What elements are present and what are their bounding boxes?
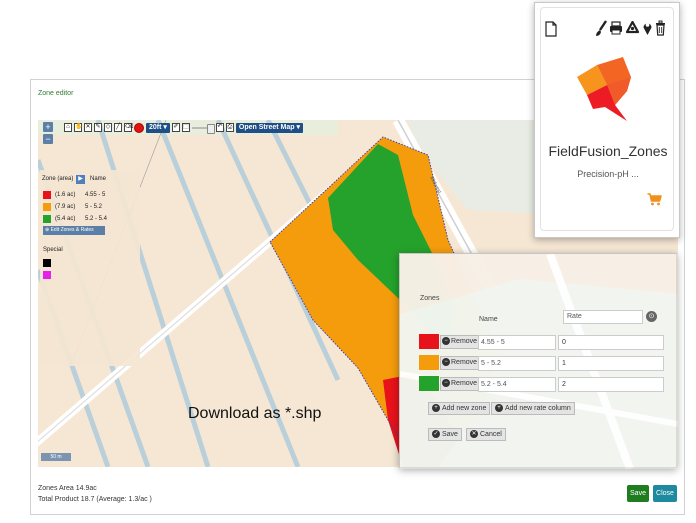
zone-color-swatch [43,191,51,199]
remove-icon: − [442,379,450,388]
zone-name-input[interactable]: 4.55 - 5 [478,335,556,350]
recycle-icon[interactable] [625,21,640,35]
map-toolbar: ⌂ ✋ ✕ ✎ ◇ ╱ ⌫ 20ft ▾ ✐ ⬚ ↶ ⎙ Open Street… [64,122,304,134]
screenshot-stage: Zone editor + − ⌂ ✋ ✕ ✎ ◇ ╱ ⌫ 20ft ▾ ✐ ⬚… [0,0,696,523]
zone-color-swatch[interactable] [419,334,439,349]
zone-name: 5 - 5.2 [85,204,103,210]
measure-icon[interactable]: ✕ [84,123,92,132]
zone-color-swatch[interactable] [419,355,439,370]
line-icon[interactable]: ╱ [114,123,122,132]
zoom-in-button[interactable]: + [43,122,53,132]
zones-rate-panel: Zones Name Rate ⊙ − Remove 4.55 - 5 0 − Re… [399,253,678,469]
legend-row[interactable]: (5.4 ac) 5.2 - 5.4 [43,215,139,223]
remove-zone-button[interactable]: − Remove [440,356,481,370]
total-product-text: Total Product 18.7 (Average: 1.3/ac ) [38,496,152,503]
zone-rate-row: − Remove 5.2 - 5.4 2 [419,376,664,392]
remove-icon: − [442,358,450,367]
zone-color-swatch [43,215,51,223]
trash-icon[interactable] [655,20,666,36]
special-color-swatch[interactable] [43,271,51,279]
zone-color-swatch[interactable] [419,376,439,391]
zone-rate-row: − Remove 4.55 - 5 0 [419,334,664,350]
product-name: FieldFusion_Zones [548,143,668,159]
legend-name-header: Name [90,176,107,182]
play-icon[interactable]: ▶ [76,175,85,184]
select-icon[interactable]: ⬚ [181,123,190,132]
draw-icon[interactable]: ✐ [171,123,180,132]
polygon-icon[interactable]: ◇ [104,123,112,132]
map-layer-select[interactable]: Open Street Map ▾ [235,122,304,133]
zones-panel-title: Zones [420,295,440,302]
panel-cancel-button[interactable]: ✕ Cancel [466,428,506,441]
shopping-cart-icon[interactable] [647,193,662,206]
close-button[interactable]: Close [653,485,677,502]
zones-area-text: Zones Area 14.9ac [38,485,97,492]
zone-name: 4.55 - 5 [85,192,106,198]
save-icon: ✓ [432,430,440,439]
editor-title: Zone editor [38,90,74,97]
eraser-icon[interactable]: ⌫ [124,123,133,132]
opacity-slider[interactable] [191,123,215,134]
remove-icon: − [442,337,450,346]
zone-name-input[interactable]: 5.2 - 5.4 [478,377,556,392]
special-label: Special [43,247,63,253]
legend-row[interactable]: (7.9 ac) 5 - 5.2 [43,203,139,211]
zone-legend: Zone (area) ▶ Name (1.6 ac) 4.55 - 5 (7.… [40,170,140,366]
save-button[interactable]: Save [627,485,649,502]
zone-name-input[interactable]: 5 - 5.2 [478,356,556,371]
panel-save-button[interactable]: ✓ Save [428,428,462,441]
fieldfusion-logo [577,57,631,121]
download-caption: Download as *.shp [188,405,322,422]
document-icon[interactable] [545,21,557,37]
cancel-icon: ✕ [470,430,478,439]
print-icon[interactable]: ⎙ [225,123,234,132]
brush-size-select[interactable]: 20ft ▾ [146,122,170,133]
pencil-icon[interactable]: ✎ [94,123,102,132]
plus-icon: + [495,404,503,413]
edit-zones-rates-button[interactable]: ⊕ Edit Zones & Rates [43,226,105,235]
add-zone-button[interactable]: + Add new zone [428,402,491,415]
zone-rate-row: − Remove 5 - 5.2 1 [419,355,664,371]
name-column-header: Name [479,316,498,323]
legend-zone-header: Zone (area) [42,176,74,182]
rate-settings-icon[interactable]: ⊙ [646,311,657,322]
home-icon[interactable]: ⌂ [64,123,72,132]
zone-color-swatch [43,203,51,211]
brush-icon[interactable] [595,20,608,37]
product-subtitle: Precision-pH ... [577,169,639,179]
zone-area: (5.4 ac) [55,216,76,222]
hand-icon[interactable]: ✋ [74,123,82,132]
print-icon[interactable] [609,21,623,35]
remove-zone-button[interactable]: − Remove [440,377,481,391]
zone-area: (1.6 ac) [55,192,76,198]
product-card[interactable]: FieldFusion_Zones Precision-pH ... [534,2,680,238]
map-scale-bar: 50 m [41,453,71,461]
add-rate-column-button[interactable]: + Add new rate column [491,402,575,415]
zone-area: (7.9 ac) [55,204,76,210]
rate-header-input[interactable]: Rate [563,310,643,324]
legend-row[interactable]: (1.6 ac) 4.55 - 5 [43,191,139,199]
zone-name: 5.2 - 5.4 [85,216,108,222]
paint-color-swatch[interactable] [134,122,144,133]
plus-icon: + [432,404,440,413]
special-color-swatch[interactable] [43,259,51,267]
zone-rate-input[interactable]: 0 [558,335,664,350]
undo-icon[interactable]: ↶ [215,123,224,132]
zone-rate-input[interactable]: 1 [558,356,664,371]
zone-rate-input[interactable]: 2 [558,377,664,392]
remove-zone-button[interactable]: − Remove [440,335,481,349]
zoom-out-button[interactable]: − [43,134,53,144]
map-pin-icon[interactable] [642,20,653,36]
